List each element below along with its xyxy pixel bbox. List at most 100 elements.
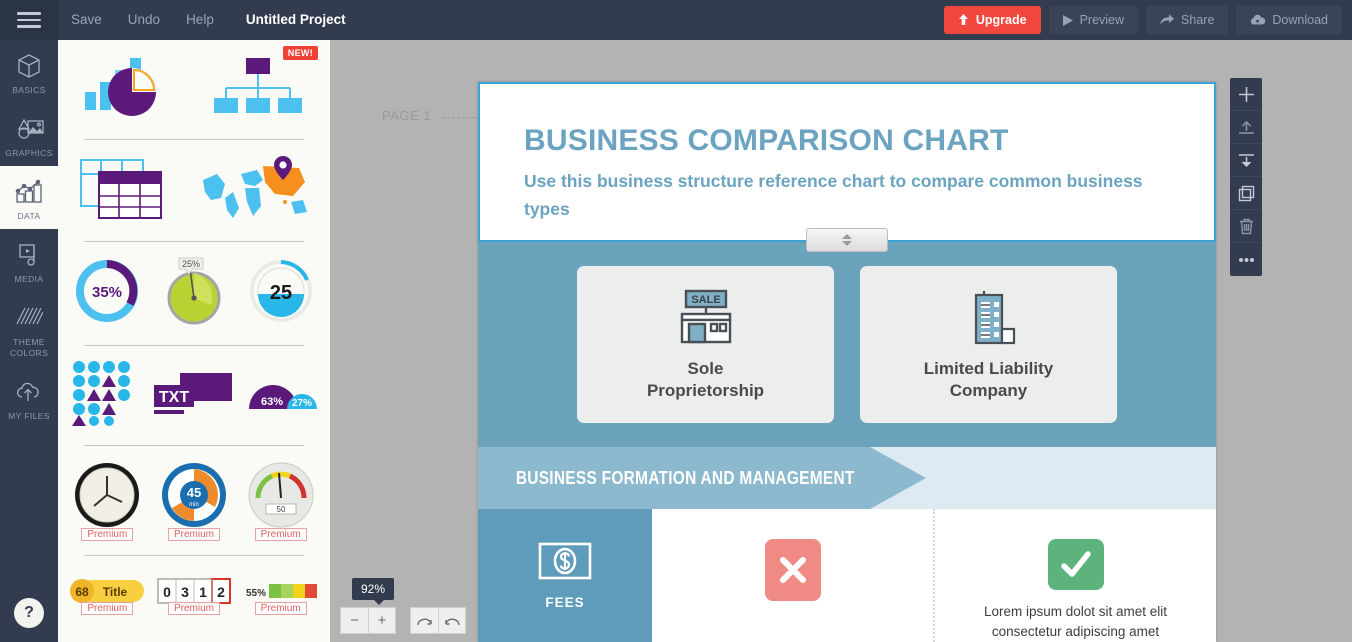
menu-item-help[interactable]: Help bbox=[173, 0, 227, 40]
sidebar-item-theme-colors[interactable]: THEME COLORS bbox=[0, 292, 58, 366]
upgrade-button[interactable]: Upgrade bbox=[943, 6, 1041, 34]
panel-divider-5 bbox=[84, 555, 304, 556]
vertical-resize-handle[interactable] bbox=[806, 228, 888, 252]
donut-35-thumb[interactable]: 35% bbox=[72, 256, 142, 331]
svg-text:min: min bbox=[189, 502, 199, 508]
sidebar-item-data[interactable]: DATA bbox=[0, 166, 58, 229]
section-banner[interactable]: BUSINESS FORMATION AND MANAGEMENT bbox=[478, 447, 1216, 509]
upgrade-label: Upgrade bbox=[975, 13, 1027, 27]
undo-button[interactable] bbox=[411, 608, 438, 633]
delete-button[interactable] bbox=[1230, 210, 1262, 243]
zoom-button-group: − + bbox=[340, 607, 396, 634]
check-mark-icon bbox=[1047, 539, 1104, 590]
bring-to-front-button[interactable] bbox=[1230, 111, 1262, 144]
premium-tag: Premium bbox=[81, 602, 134, 615]
business-type-label-line1: Limited Liability bbox=[923, 358, 1054, 378]
section-banner-label: BUSINESS FORMATION AND MANAGEMENT bbox=[515, 467, 855, 488]
cloud-upload-icon bbox=[0, 377, 58, 407]
org-chart-thumb[interactable]: NEW! bbox=[210, 46, 318, 125]
arrow-up-icon bbox=[958, 14, 969, 26]
document-subtitle: Use this business structure reference ch… bbox=[524, 171, 1143, 219]
top-actions: Upgrade Preview Share Download bbox=[943, 6, 1352, 34]
row-header-label: FEES bbox=[545, 595, 585, 610]
office-building-icon bbox=[956, 288, 1022, 348]
clock-thumb[interactable]: Premium bbox=[72, 460, 142, 541]
share-label: Share bbox=[1181, 13, 1215, 27]
sidebar-item-my-files[interactable]: MY FILES bbox=[0, 366, 58, 429]
help-button[interactable]: ? bbox=[14, 598, 44, 628]
comparison-row: FEES Lorem ipsum dolot sit amet elit con… bbox=[478, 509, 1216, 642]
new-badge: NEW! bbox=[282, 46, 318, 60]
comparison-cell[interactable] bbox=[652, 509, 933, 642]
panel-divider-3 bbox=[84, 345, 304, 346]
progress-55-thumb[interactable]: 55% Premium bbox=[244, 578, 318, 615]
zoom-level-tooltip: 92% bbox=[352, 578, 395, 605]
charts-thumb[interactable] bbox=[82, 48, 174, 125]
svg-text:Title: Title bbox=[103, 585, 128, 599]
zoom-out-button[interactable]: − bbox=[341, 608, 368, 633]
zoom-in-button[interactable]: + bbox=[368, 608, 395, 633]
text-ribbon-thumb[interactable]: TXT bbox=[153, 368, 232, 423]
redo-button[interactable] bbox=[438, 608, 465, 633]
sidebar-label-data: DATA bbox=[17, 211, 41, 221]
money-dollar-icon bbox=[537, 541, 593, 586]
menu-toggle-button[interactable] bbox=[0, 0, 58, 40]
play-icon bbox=[1062, 14, 1073, 26]
semicircle-thumb[interactable]: 63% 27% bbox=[245, 371, 318, 420]
preview-label: Preview bbox=[1079, 13, 1125, 27]
pie-gauge-25-thumb[interactable]: 25% bbox=[159, 256, 229, 331]
share-button[interactable]: Share bbox=[1146, 6, 1229, 34]
digit-counter-thumb[interactable]: 0 3 1 2 Premium bbox=[156, 578, 231, 615]
business-type-card[interactable]: SALE Sole Proprietorship bbox=[577, 266, 834, 423]
image-shapes-icon bbox=[0, 114, 58, 144]
business-type-card[interactable]: Limited Liability Company bbox=[860, 266, 1117, 423]
timer-45-thumb[interactable]: 45 min Premium bbox=[159, 460, 229, 541]
premium-tag: Premium bbox=[167, 602, 220, 615]
asset-row-4: TXT 63% 27% bbox=[58, 352, 330, 439]
menu-item-undo[interactable]: Undo bbox=[115, 0, 173, 40]
project-title[interactable]: Untitled Project bbox=[233, 0, 359, 40]
row-header-fees[interactable]: FEES bbox=[478, 509, 652, 642]
svg-text:SALE: SALE bbox=[691, 294, 720, 306]
caret-up-icon bbox=[842, 234, 852, 239]
send-to-back-button[interactable] bbox=[1230, 144, 1262, 177]
hamburger-icon bbox=[17, 12, 41, 28]
history-button-group bbox=[410, 607, 466, 634]
panel-divider-2 bbox=[84, 241, 304, 242]
svg-text:3: 3 bbox=[181, 584, 189, 600]
speedometer-50-thumb[interactable]: 50 Premium bbox=[246, 460, 316, 541]
table-thumb[interactable] bbox=[77, 154, 173, 227]
premium-tag: Premium bbox=[81, 528, 134, 541]
document-header-block[interactable]: BUSINESS COMPARISON CHART Use this busin… bbox=[478, 82, 1216, 252]
business-types-section: SALE Sole Proprietorship Limited Liabili… bbox=[478, 242, 1216, 447]
cross-mark-icon bbox=[764, 539, 821, 601]
liquid-25-thumb[interactable]: 25 bbox=[246, 256, 316, 331]
add-element-button[interactable] bbox=[1230, 78, 1262, 111]
premium-tag: Premium bbox=[254, 528, 307, 541]
svg-text:55%: 55% bbox=[246, 588, 266, 599]
preview-button[interactable]: Preview bbox=[1048, 6, 1139, 34]
bar-chart-icon bbox=[0, 177, 58, 207]
svg-text:35%: 35% bbox=[92, 284, 122, 301]
infographic-document[interactable]: BUSINESS COMPARISON CHART Use this busin… bbox=[478, 82, 1216, 642]
sidebar-item-graphics[interactable]: GRAPHICS bbox=[0, 103, 58, 166]
color-swatch-icon bbox=[0, 303, 58, 333]
counter-title-thumb[interactable]: 68 Title Premium bbox=[70, 578, 145, 615]
more-options-button[interactable] bbox=[1230, 243, 1262, 276]
asset-row-3: 35% 25% 25 bbox=[58, 248, 330, 339]
menu-item-save[interactable]: Save bbox=[58, 0, 115, 40]
premium-tag: Premium bbox=[167, 528, 220, 541]
svg-text:63%: 63% bbox=[261, 396, 283, 408]
business-type-label-line2: Company bbox=[949, 380, 1028, 400]
comparison-cell[interactable]: Lorem ipsum dolot sit amet elit consecte… bbox=[933, 509, 1216, 642]
map-thumb[interactable] bbox=[199, 154, 311, 227]
business-type-label-line2: Proprietorship bbox=[646, 380, 765, 400]
download-button[interactable]: Download bbox=[1236, 6, 1342, 34]
pictogram-thumb[interactable] bbox=[71, 360, 141, 431]
svg-text:45: 45 bbox=[187, 485, 201, 500]
duplicate-button[interactable] bbox=[1230, 177, 1262, 210]
canvas-area[interactable]: PAGE 1 BUSINESS COMPARISON CHART Use thi… bbox=[330, 40, 1352, 642]
sidebar-item-media[interactable]: MEDIA bbox=[0, 229, 58, 292]
sidebar-item-basics[interactable]: BASICS bbox=[0, 40, 58, 103]
sidebar-label-my-files: MY FILES bbox=[8, 411, 50, 421]
